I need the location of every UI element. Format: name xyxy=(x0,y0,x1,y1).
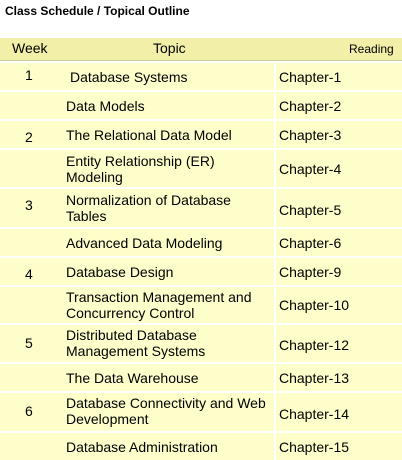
week-cell: 3 xyxy=(25,197,33,213)
reading-cell: Chapter-5 xyxy=(279,202,342,218)
week-cell: 6 xyxy=(25,403,33,419)
week-cell: 1 xyxy=(25,67,33,83)
table-row: Advanced Data Modeling Chapter-6 xyxy=(0,227,402,256)
table-row: 6 Database Connectivity and Web Developme… xyxy=(0,391,402,431)
week-cell: 2 xyxy=(25,129,33,145)
topic-cell: The Data Warehouse xyxy=(66,370,199,386)
table-row: 1 Database Systems Chapter-1 xyxy=(0,61,402,90)
topic-cell: Normalization of Database Tables xyxy=(66,192,231,224)
column-divider xyxy=(274,393,276,431)
reading-cell: Chapter-9 xyxy=(279,264,342,280)
column-divider xyxy=(274,433,276,460)
column-divider xyxy=(274,258,276,285)
column-divider xyxy=(274,287,276,323)
topic-cell: Entity Relationship (ER) Modeling xyxy=(66,153,215,185)
table-row: The Data Warehouse Chapter-13 xyxy=(0,362,402,391)
header-week: Week xyxy=(12,40,48,56)
reading-cell: Chapter-12 xyxy=(279,337,350,353)
topic-cell: Data Models xyxy=(66,98,145,114)
table-row: 4 Database Design Chapter-9 xyxy=(0,256,402,285)
topic-cell: Advanced Data Modeling xyxy=(66,235,223,251)
topic-cell: Database Administration xyxy=(66,439,218,455)
reading-cell: Chapter-6 xyxy=(279,235,342,251)
table-row: Entity Relationship (ER) Modeling Chapter… xyxy=(0,148,402,187)
column-divider xyxy=(274,92,276,119)
table-row: 3 Normalization of Database Tables Chapter… xyxy=(0,187,402,227)
column-divider xyxy=(274,150,276,187)
reading-cell: Chapter-1 xyxy=(279,69,342,85)
topic-cell: Transaction Management and Concurrency C… xyxy=(66,289,252,321)
table-row: Transaction Management and Concurrency C… xyxy=(0,285,402,323)
column-divider xyxy=(274,189,276,227)
table-header: Week Topic Reading xyxy=(0,38,402,61)
reading-cell: Chapter-2 xyxy=(279,98,342,114)
header-topic: Topic xyxy=(153,40,186,56)
header-reading: Reading xyxy=(349,42,394,56)
table-body: 1 Database Systems Chapter-1 Data Models Cha… xyxy=(0,61,402,460)
topic-cell: Database Connectivity and Web Developmen… xyxy=(66,395,266,427)
topic-cell: Database Systems xyxy=(70,69,188,85)
reading-cell: Chapter-3 xyxy=(279,127,342,143)
week-cell: 5 xyxy=(25,335,33,351)
table-row: 5 Distributed Database Management Systems… xyxy=(0,323,402,362)
reading-cell: Chapter-14 xyxy=(279,406,350,422)
column-divider xyxy=(274,63,276,90)
schedule-table: Week Topic Reading 1 Database Systems Chap… xyxy=(0,38,402,460)
reading-cell: Chapter-10 xyxy=(279,297,350,313)
column-divider xyxy=(274,121,276,148)
week-cell: 4 xyxy=(25,266,33,282)
column-divider xyxy=(274,229,276,256)
table-row: Data Models Chapter-2 xyxy=(0,90,402,119)
page-title: Class Schedule / Topical Outline xyxy=(5,4,190,18)
reading-cell: Chapter-13 xyxy=(279,370,350,386)
column-divider xyxy=(274,325,276,362)
topic-cell: The Relational Data Model xyxy=(66,127,232,143)
topic-cell: Database Design xyxy=(66,264,174,280)
reading-cell: Chapter-4 xyxy=(279,161,342,177)
table-row: Database Administration Chapter-15 xyxy=(0,431,402,460)
table-row: 2 The Relational Data Model Chapter-3 xyxy=(0,119,402,148)
column-divider xyxy=(274,364,276,391)
topic-cell: Distributed Database Management Systems xyxy=(66,327,206,359)
reading-cell: Chapter-15 xyxy=(279,439,350,455)
